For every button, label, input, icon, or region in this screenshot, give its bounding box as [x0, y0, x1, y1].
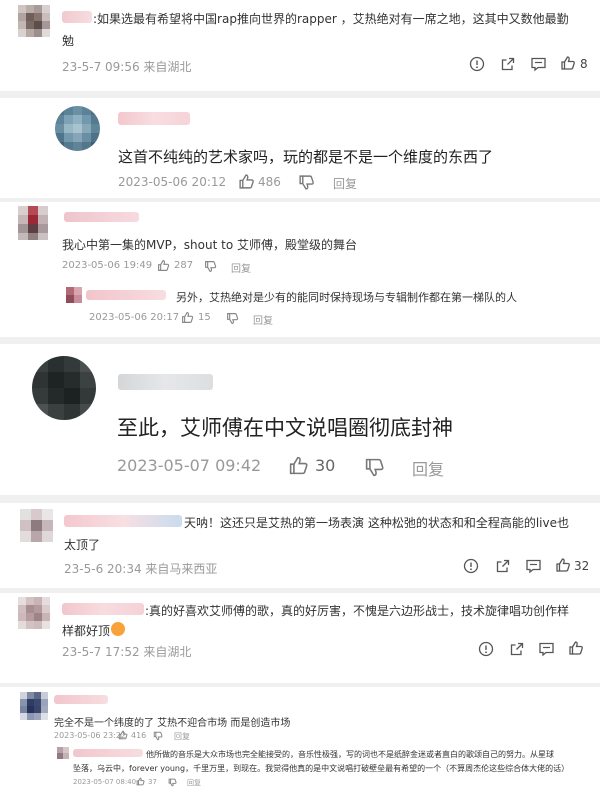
comment-text: 我心中第一集的MVP，shout to 艾师傅，殿堂级的舞台: [62, 238, 357, 252]
reply-date: 2023-05-06 20:17: [89, 312, 180, 323]
like-count: 32: [574, 559, 590, 573]
reply-button[interactable]: 回复: [174, 731, 190, 742]
like-count: 416: [131, 731, 147, 740]
blurred-reply-username[interactable]: [73, 749, 143, 757]
comment-icon[interactable]: [530, 56, 547, 72]
comment-text: 天呐！这还只是艾热的第一场表演 这种松弛的状态和和全程高能的live也: [184, 516, 569, 530]
share-icon[interactable]: [500, 56, 516, 72]
blurred-reply-username[interactable]: [86, 290, 166, 300]
comment-icon[interactable]: [525, 558, 542, 574]
like-count: 287: [174, 260, 194, 271]
dislike-icon[interactable]: [298, 174, 315, 191]
avatar[interactable]: [18, 206, 48, 240]
share-icon[interactable]: [495, 558, 511, 574]
comment-text-cont: 勉: [62, 34, 75, 48]
reply-like-count: 37: [148, 778, 157, 786]
dislike-icon[interactable]: [153, 731, 163, 741]
report-icon[interactable]: [463, 558, 479, 574]
blurred-username[interactable]: [118, 112, 190, 125]
report-icon[interactable]: [478, 641, 494, 657]
comment-date: 2023-05-06 23:22: [54, 731, 127, 740]
dislike-icon[interactable]: [226, 312, 239, 325]
reply-button[interactable]: 回复: [231, 260, 251, 275]
comment-date: 2023-05-06 19:49: [62, 260, 153, 271]
reply-button[interactable]: 回复: [253, 312, 273, 327]
comment-text: 至此，艾师傅在中文说唱圈彻底封神: [117, 416, 453, 440]
like-icon[interactable]: [181, 311, 194, 324]
comment-text: 这首不纯纯的艺术家吗，玩的都是不是一个维度的东西了: [118, 148, 494, 166]
separator: [0, 337, 600, 344]
like-icon[interactable]: [157, 259, 170, 272]
like-icon[interactable]: [238, 173, 255, 190]
comment-text: 完全不是一个纬度的了 艾热不迎合市场 而是创造市场: [54, 718, 291, 729]
comment-icon[interactable]: [538, 641, 555, 657]
comment-meta: 23-5-7 09:56 来自湖北: [62, 60, 192, 74]
like-count: 8: [580, 57, 588, 71]
emoji-icon: [111, 622, 125, 636]
comment-text: :真的好喜欢艾师傅的歌，真的好厉害，不愧是六边形战士，技术旋律唱功创作样: [145, 604, 570, 618]
comment-meta: 23-5-6 20:34 来自马来西亚: [64, 562, 218, 576]
comment-panel-1: :如果选最有希望将中国rap推向世界的rapper ，艾热绝对有一席之地，这其中…: [0, 0, 600, 90]
like-icon[interactable]: [555, 557, 571, 573]
reply-text: 另外，艾热绝对是少有的能同时保持现场与专辑制作都在第一梯队的人: [176, 291, 517, 304]
reply-like-count: 15: [198, 312, 211, 323]
comment-text-cont: 样都好顶: [62, 624, 111, 638]
reply-button[interactable]: 回复: [187, 778, 201, 788]
comment-date: 2023-05-07 09:42: [117, 456, 262, 475]
dislike-icon[interactable]: [204, 260, 217, 273]
avatar[interactable]: [18, 597, 50, 629]
like-count: 486: [258, 175, 281, 189]
avatar[interactable]: [20, 692, 48, 720]
like-icon[interactable]: [568, 640, 584, 656]
comment-panel-2: 这首不纯纯的艺术家吗，玩的都是不是一个维度的东西了 2023-05-06 20:…: [0, 98, 600, 198]
reply-text-cont: 坠落，乌云中，forever young，千里万里，到现在。我觉得他真的是中文说…: [73, 764, 570, 773]
comment-date: 2023-05-06 20:12: [118, 175, 227, 189]
separator: [0, 91, 600, 98]
reply-avatar[interactable]: [57, 747, 69, 759]
blurred-username[interactable]: [54, 695, 108, 704]
reply-date: 2023-05-07 08:40: [73, 778, 137, 786]
blurred-username[interactable]: [62, 603, 144, 615]
avatar[interactable]: [55, 106, 100, 151]
separator: [0, 495, 600, 503]
dislike-icon[interactable]: [168, 778, 177, 787]
like-icon[interactable]: [118, 730, 128, 740]
share-icon[interactable]: [509, 641, 525, 657]
blurred-username[interactable]: [64, 515, 182, 527]
comment-panel-6: :真的好喜欢艾师傅的歌，真的好厉害，不愧是六边形战士，技术旋律唱功创作样 样都好…: [0, 593, 600, 683]
comment-panel-3: 我心中第一集的MVP，shout to 艾师傅，殿堂级的舞台 2023-05-0…: [0, 202, 600, 337]
avatar[interactable]: [18, 5, 50, 37]
blurred-username[interactable]: [118, 374, 213, 390]
blurred-username[interactable]: [64, 212, 139, 222]
avatar[interactable]: [20, 509, 53, 542]
reply-avatar[interactable]: [66, 287, 82, 303]
comment-meta: 23-5-7 17:52 来自湖北: [62, 645, 192, 659]
comment-panel-7: 完全不是一个纬度的了 艾热不迎合市场 而是创造市场 2023-05-06 23:…: [0, 687, 600, 797]
dislike-icon[interactable]: [364, 457, 385, 478]
avatar[interactable]: [32, 356, 96, 420]
like-icon[interactable]: [136, 777, 145, 786]
like-icon[interactable]: [560, 55, 576, 71]
comment-text-cont: 太顶了: [64, 538, 101, 552]
reply-text: 他所做的音乐是大众市场也完全能接受的，音乐性极强，写的词也不是纸醉金迷或者直白的…: [146, 750, 554, 759]
reply-button[interactable]: 回复: [333, 175, 357, 192]
comment-panel-4: 至此，艾师傅在中文说唱圈彻底封神 2023-05-07 09:42 30 回复: [0, 344, 600, 495]
comment-text: :如果选最有希望将中国rap推向世界的rapper ，艾热绝对有一席之地，这其中…: [93, 12, 569, 26]
comment-panel-5: 天呐！这还只是艾热的第一场表演 这种松弛的状态和和全程高能的live也 太顶了 …: [0, 503, 600, 588]
blurred-username[interactable]: [62, 11, 92, 23]
like-count: 30: [315, 456, 336, 475]
like-icon[interactable]: [288, 455, 309, 476]
reply-button[interactable]: 回复: [412, 456, 444, 480]
report-icon[interactable]: [469, 56, 485, 72]
